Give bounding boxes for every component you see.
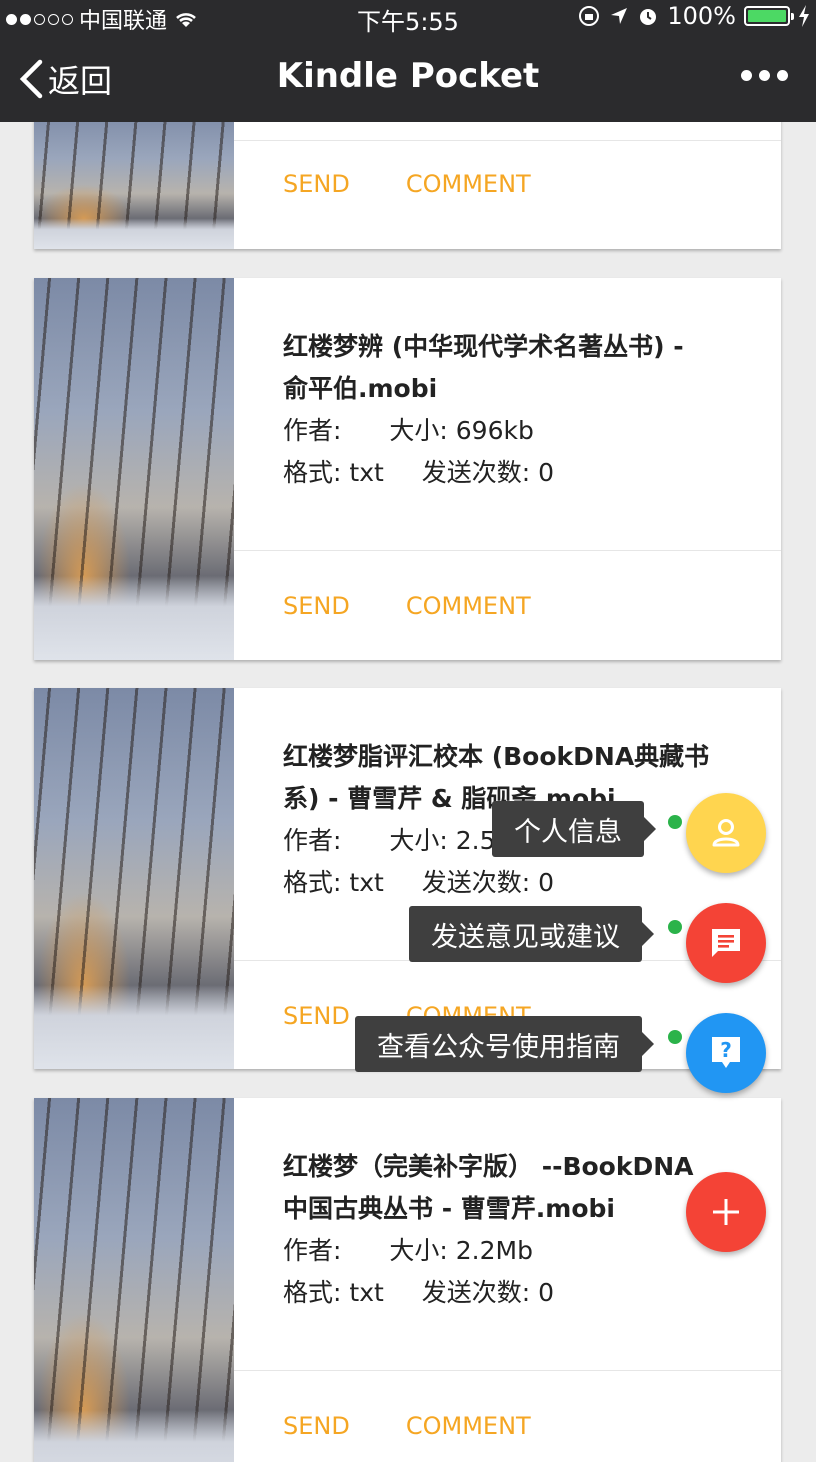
battery-percent: 100%	[667, 2, 736, 30]
book-cover-image	[34, 688, 234, 1069]
book-meta-row-2: 格式: txt 发送次数: 0	[283, 868, 555, 897]
feedback-indicator-dot	[668, 920, 682, 934]
profile-fab-button[interactable]	[686, 793, 766, 873]
status-right: 100%	[577, 2, 810, 30]
person-icon	[712, 819, 740, 847]
help-icon: ?	[712, 1037, 740, 1068]
book-title: 红楼梦辨 (中华现代学术名著丛书) - 俞平伯.mobi	[283, 332, 684, 403]
book-cover-image	[34, 122, 234, 249]
send-button[interactable]: SEND	[283, 592, 350, 620]
status-bar: 中国联通 下午5:55 100%	[0, 0, 816, 36]
card-divider	[234, 140, 781, 141]
book-meta-row-2: 格式: txt 发送次数: 0	[283, 458, 555, 487]
svg-text:?: ?	[720, 1038, 732, 1062]
more-options-button[interactable]	[741, 70, 788, 81]
book-format: txt	[349, 868, 384, 897]
book-card[interactable]: 红楼梦脂评汇校本 (BookDNA典藏书 系) - 曹雪芹 & 脂砚斋.mobi…	[34, 688, 781, 1069]
rotation-lock-icon	[579, 6, 600, 26]
send-button[interactable]: SEND	[283, 1002, 350, 1030]
more-dot-icon	[741, 70, 752, 81]
book-size: 696kb	[455, 416, 534, 445]
book-send-count: 0	[538, 868, 555, 897]
book-meta-row-2: 格式: txt 发送次数: 0	[283, 1278, 555, 1307]
guide-indicator-dot	[668, 1030, 682, 1044]
book-size: 2.2Mb	[455, 1236, 533, 1265]
profile-indicator-dot	[668, 815, 682, 829]
book-meta-row-1: 作者: 大小: 696kb	[283, 416, 534, 445]
book-send-count: 0	[538, 458, 555, 487]
location-arrow-icon	[611, 8, 628, 24]
book-meta-row-1: 作者: 大小: 2.2Mb	[283, 1236, 533, 1265]
book-format: txt	[349, 1278, 384, 1307]
card-divider	[234, 550, 781, 551]
book-card-partial: SEND COMMENT	[34, 122, 781, 249]
book-card[interactable]: 红楼梦辨 (中华现代学术名著丛书) - 俞平伯.mobi 作者: 大小: 696…	[34, 278, 781, 660]
guide-tooltip[interactable]: 查看公众号使用指南	[355, 1016, 654, 1072]
book-format: txt	[349, 458, 384, 487]
navigation-bar: 返回 Kindle Pocket	[0, 34, 816, 122]
book-card[interactable]: 红楼梦（完美补字版） --BookDNA 中国古典丛书 - 曹雪芹.mobi 作…	[34, 1098, 781, 1462]
comment-button[interactable]: COMMENT	[406, 1412, 531, 1440]
feedback-tooltip[interactable]: 发送意见或建议	[409, 906, 654, 962]
comment-button[interactable]: COMMENT	[406, 170, 531, 198]
alarm-icon	[640, 9, 657, 25]
charging-bolt-icon	[799, 5, 809, 27]
send-button[interactable]: SEND	[283, 1412, 350, 1440]
plus-icon	[713, 1199, 739, 1225]
battery-icon	[744, 6, 794, 26]
profile-tooltip[interactable]: 个人信息	[492, 801, 656, 857]
book-title: 红楼梦（完美补字版） --BookDNA 中国古典丛书 - 曹雪芹.mobi	[283, 1152, 694, 1223]
book-cover-image	[34, 1098, 234, 1462]
more-dot-icon	[759, 70, 770, 81]
more-dot-icon	[777, 70, 788, 81]
guide-fab-button[interactable]: ?	[686, 1013, 766, 1093]
comment-button[interactable]: COMMENT	[406, 592, 531, 620]
book-send-count: 0	[538, 1278, 555, 1307]
message-icon	[712, 929, 740, 957]
main-fab-button[interactable]	[686, 1172, 766, 1252]
book-list[interactable]: SEND COMMENT 红楼梦辨 (中华现代学术名著丛书) - 俞平伯.mob…	[0, 122, 816, 1462]
page-title: Kindle Pocket	[276, 56, 540, 96]
book-cover-image	[34, 278, 234, 660]
card-divider	[234, 1370, 781, 1371]
feedback-fab-button[interactable]	[686, 903, 766, 983]
send-button[interactable]: SEND	[283, 170, 350, 198]
